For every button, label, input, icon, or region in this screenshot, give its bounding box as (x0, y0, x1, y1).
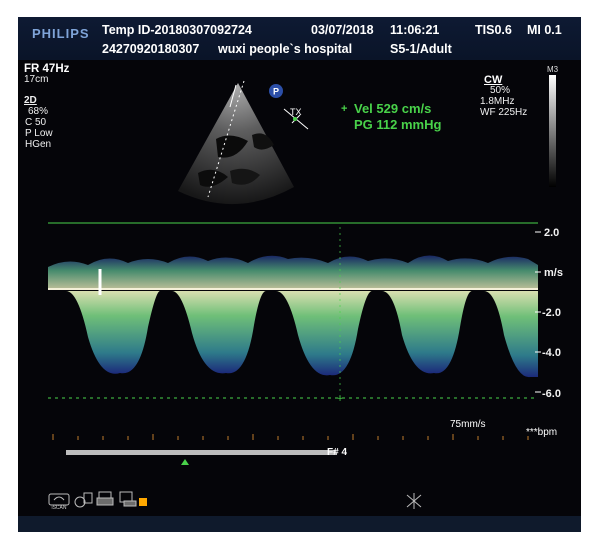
wall-filter: WF 225Hz (480, 107, 528, 118)
grayscale-bar (549, 75, 556, 187)
sweep-speed: 75mm/s (450, 419, 486, 430)
scale-unit-label: m/s (544, 267, 563, 279)
cw-cursor-icon: TX (283, 107, 309, 130)
transducer-preset: S5-1/Adult (390, 42, 452, 56)
transducer-icon[interactable] (74, 490, 94, 508)
gain: 68% (28, 106, 49, 117)
exam-time: 11:06:21 (390, 23, 440, 37)
forward-flow (48, 255, 538, 289)
brand-logo: PHILIPS (32, 26, 90, 41)
hospital-name: wuxi people`s hospital (218, 42, 353, 56)
iscan-icon[interactable]: iSCAN (48, 490, 70, 510)
heart-rate: ***bpm (526, 427, 558, 438)
cw-frequency: 1.8MHz (480, 96, 515, 107)
cine-loop-bar[interactable] (66, 450, 336, 455)
pressure-gradient-readout: PG 112 mmHg (354, 117, 442, 132)
compression: C 50 (25, 117, 47, 128)
velocity-marker-icon: + (341, 103, 348, 115)
cw-gain: 50% (490, 85, 511, 96)
svg-text:P: P (273, 87, 279, 97)
bottom-status-strip (18, 516, 581, 532)
scale-tick-label: 2.0 (544, 227, 560, 239)
print-icon[interactable] (96, 490, 116, 508)
colormap-label: M3 (547, 65, 559, 74)
temp-id: Temp ID-20180307092724 (102, 23, 252, 37)
frame-number: F# 4 (327, 447, 348, 458)
mi-value: MI 0.1 (527, 23, 562, 37)
report-icon[interactable] (118, 490, 138, 508)
sector-image (178, 80, 294, 205)
cine-position-marker[interactable] (181, 459, 189, 465)
ultrasound-screen: PHILIPS Temp ID-20180307092724 242709201… (18, 17, 581, 532)
scale-tick-label: -2.0 (542, 307, 561, 319)
tis-value: TIS0.6 (475, 23, 512, 37)
harmonic-gen: HGen (25, 139, 52, 150)
svg-text:+: + (337, 394, 343, 405)
svg-text:TX: TX (290, 107, 302, 117)
scale-tick-label: -4.0 (542, 347, 561, 359)
exam-date: 03/07/2018 (311, 23, 374, 37)
probe-orientation-icon: P (269, 84, 283, 98)
doppler-spectrum: + (48, 222, 538, 405)
reverse-flow-jets (66, 291, 538, 378)
power: P Low (25, 128, 53, 139)
patient-id: 24270920180307 (102, 42, 200, 56)
velocity-readout: Vel 529 cm/s (354, 101, 432, 116)
mode-2d: 2D (24, 95, 37, 106)
time-ticks (52, 434, 529, 440)
svg-text:iSCAN: iSCAN (51, 505, 66, 510)
cross-cursor-icon (406, 493, 422, 509)
disk-icon[interactable] (138, 497, 148, 507)
scale-tick-label: -6.0 (542, 388, 561, 400)
scale-ticks (535, 231, 541, 393)
depth: 17cm (24, 74, 49, 85)
